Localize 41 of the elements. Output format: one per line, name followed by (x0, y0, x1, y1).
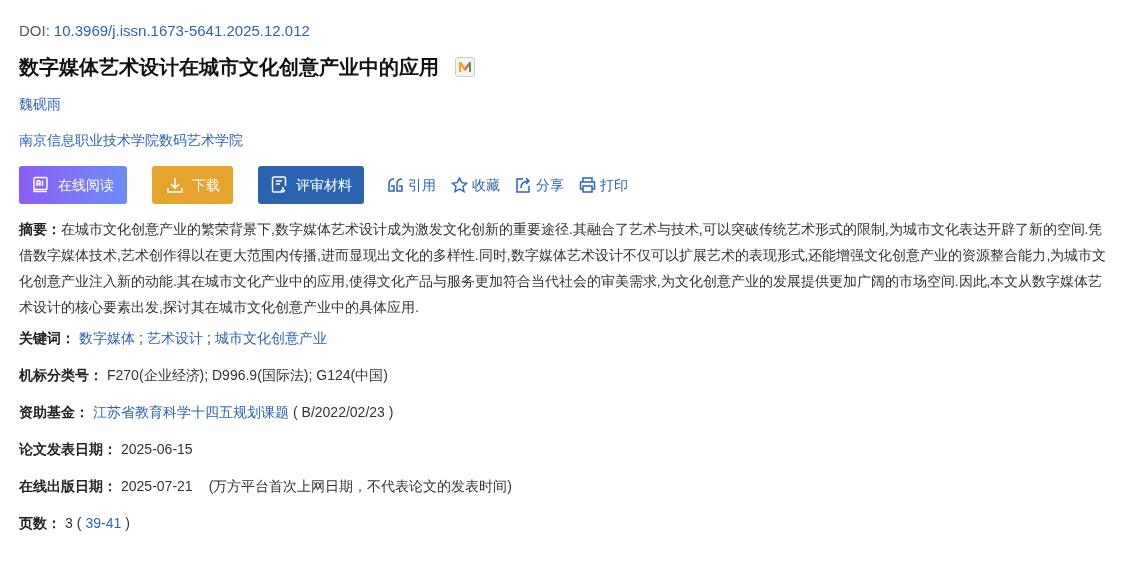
field-value: 2025-07-21 (121, 476, 193, 496)
field-value: ( B/2022/02/23 ) (293, 402, 394, 422)
share-icon (515, 177, 532, 193)
field-value: ( (76, 513, 82, 533)
printer-icon (579, 177, 596, 193)
field-label: 机标分类号： (19, 365, 103, 385)
field-label: 页数： (19, 513, 61, 533)
author-link[interactable]: 魏砚雨 (19, 94, 1118, 114)
field-label: 关键词： (19, 328, 75, 348)
share-link[interactable]: 分享 (515, 174, 564, 196)
field-note: (万方平台首次上网日期，不代表论文的发表时间) (208, 476, 512, 496)
print-link[interactable]: 打印 (579, 174, 628, 196)
doi-label: DOI: (19, 20, 50, 41)
field-value: F270(企业经济); D996.9(国际法); G124(中国) (107, 365, 388, 385)
abstract-text: 摘要：在城市文化创意产业的繁荣背景下,数字媒体艺术设计成为激发文化创新的重要途径.其融合了艺术与技术,可以突破传统艺术形式的限制,为城市文化表达开辟了新的空间.凭借数字媒体技术,艺术创作得以在更大范围内传播,进而显现出文化的多样性.同时,数字媒体艺术设计不仅可以扩展艺术的表现形式,还能增强文化创意产业的资源整合能力,为城市文化创意产业注入新的动能.其在城市文化产业中的应用,使得文化产品与服务更加符合当代社会的审美需求,为文化创意产业的发展提供更加广阔的市场空间.因此,本文从数字媒体艺术设计的核心要素出发,探讨其在城市文化创意产业中的具体应用. (19, 220, 1108, 317)
field-link[interactable]: 艺术设计 (146, 327, 203, 349)
favorite-link[interactable]: 收藏 (451, 174, 500, 196)
quote-icon (387, 177, 404, 193)
field-value: ; (206, 328, 211, 348)
field-label: 论文发表日期： (19, 439, 117, 459)
affiliation-link[interactable]: 南京信息职业技术学院数码艺术学院 (19, 130, 1118, 150)
download-icon (165, 176, 184, 194)
doi-link[interactable]: 10.3969/j.issn.1673-5641.2025.12.012 (53, 19, 310, 43)
document-icon (270, 176, 288, 194)
star-icon (451, 177, 468, 193)
m-logo-icon (455, 57, 475, 77)
read-button[interactable]: 在线阅读 (19, 166, 127, 204)
field-link[interactable]: 城市文化创意产业 (214, 327, 327, 349)
field-link[interactable]: 数字媒体 (79, 327, 135, 349)
field-label: 在线出版日期： (19, 476, 117, 496)
field-label: 资助基金： (19, 402, 89, 422)
cite-link[interactable]: 引用 (387, 174, 436, 196)
field-value: ) (125, 513, 130, 533)
field-value: 2025-06-15 (121, 439, 193, 459)
field-value: ; (139, 328, 143, 348)
field-link[interactable]: 江苏省教育科学十四五规划课题 (93, 401, 289, 423)
field-link[interactable]: 39-41 (85, 512, 122, 534)
article-title: 数字媒体艺术设计在城市文化创意产业中的应用 (19, 55, 439, 80)
review-button[interactable]: 评审材料 (258, 166, 364, 204)
ai-book-icon (32, 176, 50, 194)
field-value: 3 (65, 513, 73, 533)
